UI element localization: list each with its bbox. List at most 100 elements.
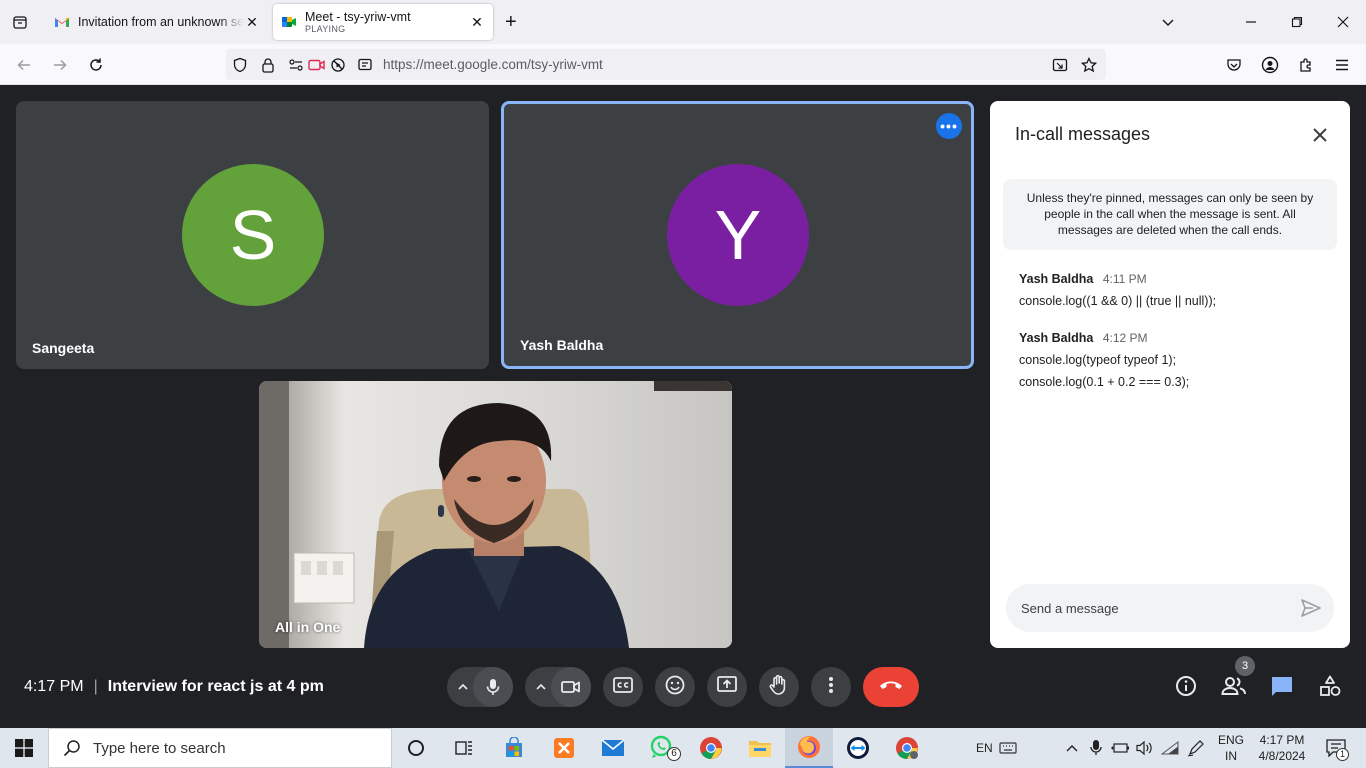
tab-list-icon[interactable]	[8, 11, 32, 33]
raise-hand-button[interactable]	[759, 667, 799, 707]
pen-icon[interactable]	[1186, 738, 1206, 758]
taskbar-search-box[interactable]: Type here to search	[48, 728, 392, 768]
picture-in-picture-icon[interactable]	[1051, 56, 1069, 74]
tab-meet[interactable]: Meet - tsy-yriw-vmt PLAYING ✕	[273, 4, 493, 40]
chat-message: Yash Baldha 4:12 PM console.log(typeof t…	[1019, 331, 1189, 389]
tab-playing-label: PLAYING	[305, 24, 346, 34]
teamviewer-icon[interactable]	[834, 728, 882, 768]
chevron-down-icon[interactable]	[1158, 12, 1178, 32]
language-region: IN	[1225, 749, 1237, 763]
url-bar[interactable]: https://meet.google.com/tsy-yriw-vmt	[226, 49, 1106, 80]
message-time: 4:12 PM	[1102, 331, 1148, 345]
battery-icon[interactable]	[1110, 738, 1130, 758]
xampp-icon[interactable]	[540, 728, 588, 768]
microphone-in-use-icon[interactable]	[1086, 738, 1106, 758]
new-tab-plus-icon[interactable]: +	[505, 12, 517, 32]
window-close-icon[interactable]	[1333, 12, 1353, 32]
present-screen-icon	[717, 675, 737, 699]
camera-control	[525, 667, 591, 707]
clock-time: 4:17 PM	[1259, 733, 1305, 747]
self-view-name: All in One	[275, 619, 341, 635]
browser-navigation-bar: https://meet.google.com/tsy-yriw-vmt	[0, 44, 1366, 85]
reload-icon[interactable]	[85, 54, 107, 76]
cortana-icon[interactable]	[392, 728, 440, 768]
notification-center-icon[interactable]: 1	[1324, 738, 1349, 761]
chrome-profile-icon[interactable]	[883, 728, 931, 768]
firefox-icon[interactable]	[785, 728, 833, 768]
pocket-icon[interactable]	[1223, 54, 1245, 76]
minimize-icon[interactable]	[1241, 12, 1261, 32]
restore-icon[interactable]	[1287, 12, 1307, 32]
extensions-icon[interactable]	[1295, 54, 1317, 76]
task-view-icon[interactable]	[440, 728, 488, 768]
keyboard-icon[interactable]	[998, 738, 1018, 758]
windows-taskbar: Type here to search 6 EN ENG IN 4:17 PM …	[0, 728, 1366, 768]
chat-bubble-icon	[1270, 675, 1294, 702]
people-button[interactable]	[1221, 675, 1247, 701]
avatar-initial: Y	[714, 196, 762, 274]
hamburger-menu-icon[interactable]	[1331, 54, 1353, 76]
more-options-button[interactable]	[811, 667, 851, 707]
video-camera-icon[interactable]	[551, 667, 591, 707]
send-message-input[interactable]	[1021, 598, 1281, 618]
message-time: 4:11 PM	[1102, 272, 1147, 286]
notification-count-badge: 1	[1336, 748, 1349, 761]
file-explorer-icon[interactable]	[736, 728, 784, 768]
system-clock[interactable]: 4:17 PM 4/8/2024	[1254, 732, 1310, 764]
keyboard-language[interactable]: EN	[976, 740, 993, 756]
people-count-badge: 3	[1235, 656, 1255, 676]
tab-close-icon[interactable]: ✕	[469, 14, 485, 30]
search-placeholder: Type here to search	[93, 739, 226, 757]
emoji-icon	[665, 675, 685, 700]
hang-up-icon	[878, 678, 904, 696]
clock-date: 4/8/2024	[1258, 749, 1306, 763]
avatar: Y	[667, 164, 809, 306]
chevron-up-icon[interactable]	[455, 679, 471, 695]
microsoft-store-icon[interactable]	[490, 728, 538, 768]
search-icon	[63, 739, 81, 757]
back-arrow-icon[interactable]	[13, 54, 35, 76]
chat-button[interactable]	[1269, 675, 1295, 701]
tab-title: Invitation from an unknown sender	[78, 15, 244, 29]
people-icon	[1221, 676, 1247, 701]
chevron-up-icon[interactable]	[533, 679, 549, 695]
chrome-icon[interactable]	[687, 728, 735, 768]
message-text: console.log(0.1 + 0.2 === 0.3);	[1019, 375, 1190, 389]
send-icon[interactable]	[1300, 597, 1322, 619]
account-icon[interactable]	[1259, 54, 1281, 76]
microphone-icon[interactable]	[473, 667, 513, 707]
more-options-button[interactable]: •••	[936, 113, 962, 139]
participant-tile-sangeeta[interactable]: S Sangeeta	[16, 101, 489, 369]
lock-icon[interactable]	[259, 56, 277, 74]
more-vertical-icon	[828, 676, 834, 699]
tab-close-icon[interactable]: ✕	[244, 14, 260, 30]
leave-call-button[interactable]	[863, 667, 919, 707]
wifi-icon[interactable]	[1160, 738, 1180, 758]
captions-button[interactable]	[603, 667, 643, 707]
autoplay-blocked-icon[interactable]	[329, 56, 347, 74]
reader-view-icon[interactable]	[356, 56, 374, 74]
volume-icon[interactable]	[1134, 738, 1154, 758]
bookmark-star-icon[interactable]	[1080, 56, 1098, 74]
language-indicator[interactable]: ENG IN	[1216, 732, 1246, 764]
shield-icon[interactable]	[231, 56, 249, 74]
participant-tile-yash-baldha[interactable]: Y ••• Yash Baldha	[501, 101, 974, 369]
forward-arrow-icon[interactable]	[49, 54, 71, 76]
windows-start-icon[interactable]	[0, 728, 48, 768]
activities-button[interactable]	[1317, 675, 1343, 701]
meeting-details-button[interactable]	[1173, 675, 1199, 701]
close-icon[interactable]	[1308, 123, 1332, 147]
permissions-icon[interactable]	[287, 56, 305, 74]
info-icon	[1175, 675, 1197, 702]
tab-gmail[interactable]: Invitation from an unknown sender ✕	[46, 4, 268, 40]
mail-icon[interactable]	[589, 728, 637, 768]
self-video-tile[interactable]: All in One	[259, 381, 732, 648]
avatar-initial: S	[229, 196, 277, 274]
chevron-up-icon[interactable]	[1062, 738, 1082, 758]
present-screen-button[interactable]	[707, 667, 747, 707]
closed-captions-icon	[613, 676, 633, 698]
whatsapp-icon[interactable]: 6	[638, 728, 686, 768]
camera-active-icon[interactable]	[308, 56, 326, 74]
message-compose-box	[1006, 584, 1334, 632]
reactions-button[interactable]	[655, 667, 695, 707]
